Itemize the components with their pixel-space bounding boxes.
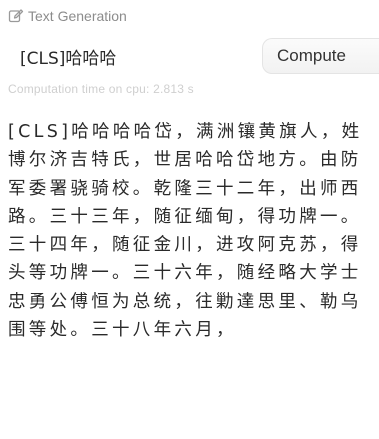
widget-header: Text Generation [8,6,127,26]
generated-output: [CLS]哈哈哈哈岱，满洲镶黄旗人，姓博尔济吉特氏，世居哈哈岱地方。由防军委署骁… [8,122,363,341]
pencil-square-icon [8,8,24,24]
input-row: Compute [0,34,379,78]
text-input[interactable] [20,43,260,69]
compute-button[interactable]: Compute [262,38,379,74]
widget-title: Text Generation [28,8,127,24]
computation-time: Computation time on cpu: 2.813 s [8,82,194,96]
